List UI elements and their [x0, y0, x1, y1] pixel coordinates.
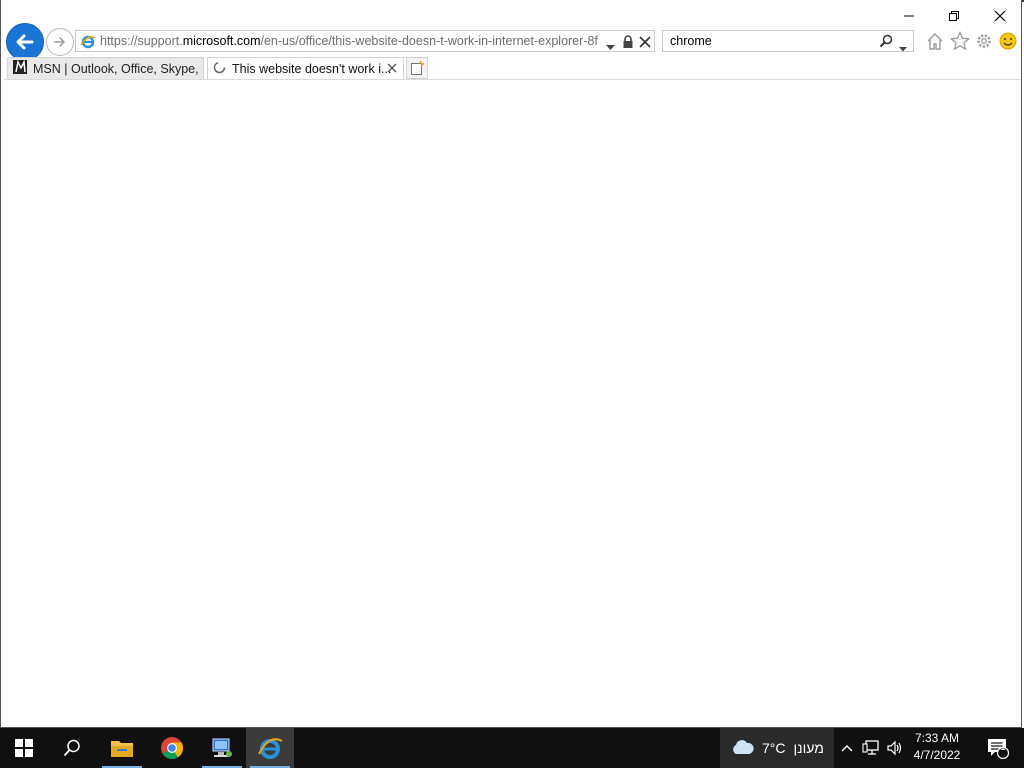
url-path: /en-us/office/this-website-doesn-t-work-…: [260, 34, 598, 48]
system-clock[interactable]: 7:33 AM 4/7/2022: [905, 730, 969, 766]
internet-explorer-icon: [258, 738, 283, 759]
url-text[interactable]: https://support.microsoft.com/en-us/offi…: [100, 34, 600, 48]
restore-icon: [949, 11, 959, 21]
loading-spinner-icon: [213, 61, 226, 77]
new-tab-button[interactable]: [406, 57, 428, 79]
taskbar: 7°C מעונן 7:33 AM 4/7/2022 1: [0, 728, 1024, 768]
msn-icon: [13, 59, 27, 77]
speaker-icon: [887, 740, 902, 756]
home-icon[interactable]: [926, 30, 944, 52]
tab-strip: MSN | Outlook, Office, Skype, ... This w…: [4, 57, 1020, 80]
clock-time: 7:33 AM: [914, 731, 960, 745]
search-dropdown-icon[interactable]: [899, 39, 907, 57]
cloud-icon: [730, 739, 754, 758]
windows-logo-icon: [15, 739, 33, 757]
volume-tray-button[interactable]: [884, 728, 906, 768]
tab-current[interactable]: This website doesn't work i...: [207, 57, 404, 79]
weather-condition: מעונן: [793, 740, 824, 756]
tab-label: MSN | Outlook, Office, Skype, ...: [33, 61, 203, 76]
browser-window: https://support.microsoft.com/en-us/offi…: [0, 0, 1022, 728]
folder-icon: [111, 741, 133, 757]
weather-widget[interactable]: 7°C מעונן: [720, 728, 834, 768]
network-computer-icon: [212, 738, 232, 757]
show-hidden-icons-button[interactable]: [838, 728, 856, 768]
forward-arrow-icon: [54, 37, 65, 47]
start-button[interactable]: [0, 728, 48, 768]
taskbar-internet-explorer[interactable]: [246, 728, 294, 768]
close-window-button[interactable]: [977, 2, 1023, 30]
url-scheme: https://support.: [100, 34, 183, 48]
search-input-value[interactable]: chrome: [670, 34, 712, 48]
network-icon: [862, 740, 879, 755]
taskbar-search-button[interactable]: [48, 728, 96, 768]
chrome-icon: [161, 737, 184, 760]
new-tab-icon: [411, 61, 424, 75]
feedback-smiley-icon[interactable]: [999, 30, 1017, 52]
minimize-icon: [904, 15, 914, 17]
network-tray-button[interactable]: [860, 728, 882, 768]
back-arrow-icon: [16, 34, 34, 50]
forward-button[interactable]: [46, 28, 74, 56]
clock-date: 4/7/2022: [913, 748, 961, 762]
weather-temperature: 7°C: [762, 740, 786, 756]
taskbar-network-app[interactable]: [198, 728, 246, 768]
close-icon: [994, 10, 1006, 22]
page-content-area[interactable]: [4, 80, 1020, 726]
close-tab-icon[interactable]: [385, 61, 399, 78]
stop-loading-icon[interactable]: [639, 35, 651, 53]
address-bar[interactable]: https://support.microsoft.com/en-us/offi…: [75, 30, 655, 52]
taskbar-chrome[interactable]: [148, 728, 196, 768]
chevron-up-icon: [841, 745, 853, 752]
restore-button[interactable]: [931, 2, 977, 30]
ie-page-icon: [80, 34, 96, 55]
action-center-button[interactable]: 1: [978, 728, 1018, 768]
notification-icon: [988, 739, 1010, 759]
address-dropdown-icon[interactable]: [606, 38, 615, 56]
favorites-star-icon[interactable]: [949, 30, 971, 52]
url-domain: microsoft.com: [182, 34, 261, 48]
gear-icon[interactable]: [975, 30, 993, 52]
taskbar-file-explorer[interactable]: [98, 728, 146, 768]
search-icon: [63, 739, 80, 757]
search-box[interactable]: chrome: [662, 30, 914, 52]
tab-label: This website doesn't work i...: [232, 61, 392, 76]
tab-msn[interactable]: MSN | Outlook, Office, Skype, ...: [7, 57, 204, 79]
notification-count: 1: [1000, 742, 1006, 753]
minimize-button[interactable]: [886, 2, 932, 30]
lock-icon[interactable]: [622, 35, 634, 53]
back-button[interactable]: [6, 23, 44, 61]
search-icon[interactable]: [879, 34, 893, 53]
